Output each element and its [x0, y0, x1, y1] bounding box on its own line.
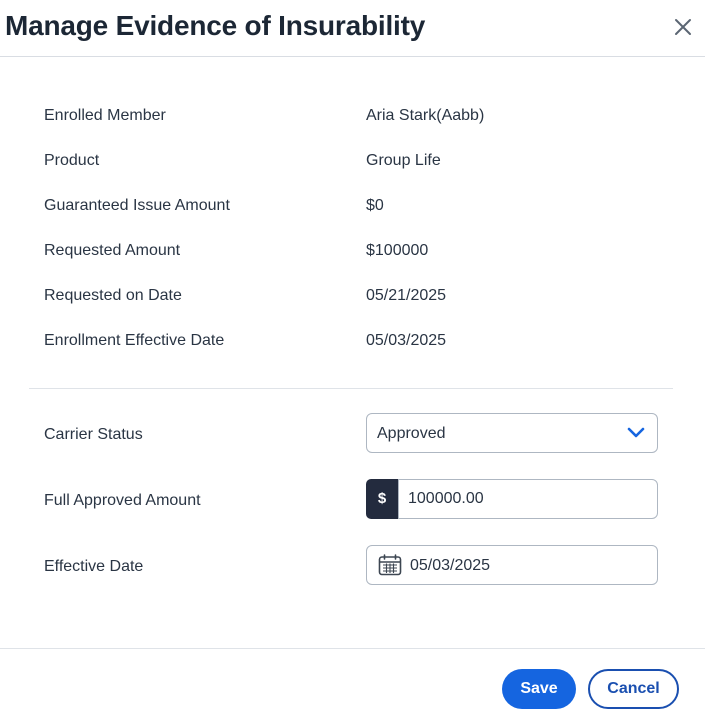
detail-row-requested-amount: Requested Amount $100000	[0, 242, 705, 266]
carrier-status-label: Carrier Status	[44, 426, 143, 443]
footer-divider	[0, 648, 705, 649]
detail-value: Aria Stark(Aabb)	[366, 107, 485, 124]
effective-date-input[interactable]: 05/03/2025	[366, 545, 658, 585]
detail-label: Guaranteed Issue Amount	[44, 197, 230, 214]
dialog-header: Manage Evidence of Insurability	[0, 0, 705, 57]
detail-row-product: Product Group Life	[0, 152, 705, 176]
carrier-status-value: Approved	[377, 425, 446, 442]
detail-row-requested-on-date: Requested on Date 05/21/2025	[0, 287, 705, 311]
detail-value: Group Life	[366, 152, 441, 169]
effective-date-label: Effective Date	[44, 558, 144, 575]
detail-label: Enrolled Member	[44, 107, 166, 124]
detail-row-guaranteed-issue-amount: Guaranteed Issue Amount $0	[0, 197, 705, 221]
detail-value: 05/21/2025	[366, 287, 447, 304]
effective-date-value: 05/03/2025	[410, 557, 491, 574]
detail-label: Enrollment Effective Date	[44, 332, 225, 349]
dialog-title: Manage Evidence of Insurability	[5, 10, 426, 41]
cancel-button[interactable]: Cancel	[588, 669, 679, 709]
detail-label: Requested Amount	[44, 242, 181, 259]
chevron-down-icon	[627, 427, 645, 438]
detail-label: Product	[44, 152, 100, 169]
currency-prefix: $	[366, 479, 398, 519]
close-icon	[675, 19, 691, 35]
detail-row-enrollment-effective-date: Enrollment Effective Date 05/03/2025	[0, 332, 705, 356]
close-button[interactable]	[670, 14, 696, 40]
detail-value: $0	[366, 197, 384, 214]
detail-row-enrolled-member: Enrolled Member Aria Stark(Aabb)	[0, 107, 705, 131]
section-divider	[29, 388, 673, 389]
calendar-icon[interactable]	[378, 554, 402, 576]
detail-value: 05/03/2025	[366, 332, 447, 349]
carrier-status-select[interactable]: Approved	[366, 413, 658, 453]
save-button[interactable]: Save	[502, 669, 576, 709]
detail-value: $100000	[366, 242, 429, 259]
detail-label: Requested on Date	[44, 287, 182, 304]
full-approved-amount-input[interactable]: 100000.00	[398, 479, 658, 519]
full-approved-amount-label: Full Approved Amount	[44, 492, 201, 509]
